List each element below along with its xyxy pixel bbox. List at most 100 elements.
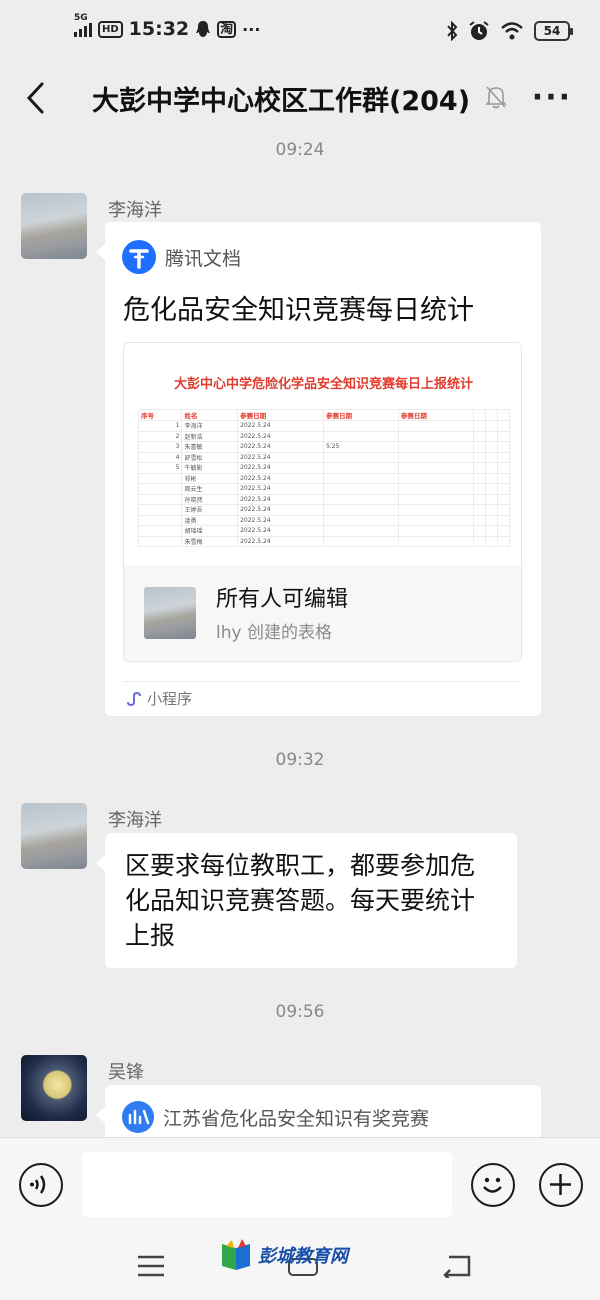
sheet-cell: 2022.5.24 (237, 472, 324, 484)
avatar[interactable] (21, 803, 87, 869)
sheet-cell (137, 472, 183, 484)
sheet-cell: 2022.5.24 (237, 535, 324, 547)
timestamp: 09:32 (275, 750, 325, 770)
sheet-cell (472, 472, 486, 484)
sheet-cell: 周云生 (181, 483, 239, 495)
sheet-row: 4 舒雪松 2022.5.24 (137, 451, 511, 463)
sheet-cell: 2022.5.24 (237, 483, 324, 495)
sheet-cell (322, 483, 399, 495)
sheet-cell (137, 535, 183, 547)
sheet-header: 姓名 (181, 409, 239, 421)
sheet-cell: 赵新浩 (181, 430, 239, 442)
sheet-cell (322, 535, 399, 547)
message-bubble[interactable]: 区要求每位教职工，都要参加危化品知识竞赛答题。每天要统计上报 (96, 833, 517, 968)
sheet-cell: 5 (137, 462, 183, 474)
mini-program-text: 小程序 (147, 690, 193, 708)
sheet-cell: 孙晓然 (181, 493, 239, 505)
voice-icon[interactable] (19, 1163, 63, 1207)
doc-permission: 所有人可编辑 (216, 587, 349, 612)
sheet-row: 2 赵新浩 2022.5.24 (137, 430, 511, 442)
smile-icon[interactable] (471, 1163, 515, 1207)
app-name: 腾讯文档 (165, 247, 242, 270)
sheet-cell (484, 535, 498, 547)
sheet-cell: 2022.5.24 (237, 441, 324, 453)
tencent-docs-icon (122, 240, 156, 274)
plus-icon[interactable] (539, 1163, 583, 1207)
menu-icon[interactable] (137, 1255, 165, 1277)
sheet-cell (496, 451, 511, 463)
sheet-cell (137, 504, 183, 516)
sheet-cell (472, 525, 486, 537)
sheet-cell: 1 (137, 420, 183, 432)
sheet-cell (397, 451, 474, 463)
system-nav-bar: 彭城教育网 (0, 1232, 600, 1300)
sheet-cell (322, 420, 399, 432)
sheet-cell (322, 504, 399, 516)
sheet-header: 参赛日期 (322, 409, 399, 421)
watermark-logo-icon (222, 1239, 250, 1270)
sheet-preview: 大彭中心中学危险化学品安全知识竞赛每日上报统计 序号 姓名 参赛日期 参赛日期 … (124, 343, 521, 565)
sheet-table: 序号 姓名 参赛日期 参赛日期 参赛日期 1 李海洋 2022.5.24 2 赵新浩 20… (137, 409, 511, 547)
battery-icon: 54 (534, 21, 573, 41)
sheet-cell: 2022.5.24 (237, 493, 324, 505)
sheet-cell (137, 525, 183, 537)
sender-name: 吴锋 (108, 1062, 144, 1083)
sheet-cell (397, 493, 474, 505)
sheet-cell: 2022.5.24 (237, 462, 324, 474)
sheet-cell: 朱雪梅 (181, 535, 239, 547)
mini-program-card[interactable]: 江苏省危化品安全知识有奖竞赛 (96, 1085, 541, 1145)
sheet-cell (484, 420, 498, 432)
chat-header: 大彭中学中心校区工作群(204) ··· (0, 62, 600, 132)
hd-icon: HD (98, 20, 123, 38)
sheet-cell (472, 504, 486, 516)
sheet-cell (322, 493, 399, 505)
sheet-cell: 3 (137, 441, 183, 453)
sheet-cell: 4 (137, 451, 183, 463)
alarm-icon (469, 21, 489, 40)
sheet-cell: 2022.5.24 (237, 430, 324, 442)
watermark: 彭城教育网 (218, 1238, 348, 1272)
avatar[interactable] (21, 193, 87, 259)
status-bar: 5G HD 15:32 淘 ··· 54 (0, 0, 600, 62)
bell-off-icon (485, 86, 507, 109)
sheet-cell (496, 514, 511, 526)
sheet-row: 凌勇 2022.5.24 (137, 514, 511, 526)
sheet-cell (484, 451, 498, 463)
sheet-cell (484, 483, 498, 495)
shared-doc-card[interactable]: 腾讯文档 危化品安全知识竞赛每日统计 大彭中心中学危险化学品安全知识竞赛每日上报… (96, 222, 541, 716)
back-nav-icon[interactable] (442, 1254, 472, 1278)
sheet-cell: 王婷吾 (181, 504, 239, 516)
sheet-cell: 2022.5.24 (237, 420, 324, 432)
message-input[interactable] (82, 1152, 452, 1217)
sheet-cell: 牛毓影 (181, 462, 239, 474)
avatar[interactable] (21, 1055, 87, 1121)
sheet-cell: 2022.5.24 (237, 514, 324, 526)
sheet-cell: 朱喜敏 (181, 441, 239, 453)
sheet-cell (484, 430, 498, 442)
sheet-row: 5 牛毓影 2022.5.24 (137, 462, 511, 474)
chevron-left-icon[interactable] (22, 80, 52, 116)
sheet-cell (472, 420, 486, 432)
doc-preview[interactable]: 大彭中心中学危险化学品安全知识竞赛每日上报统计 序号 姓名 参赛日期 参赛日期 … (123, 342, 522, 662)
sheet-cell (397, 483, 474, 495)
sheet-cell (397, 504, 474, 516)
quiz-app-icon (122, 1101, 154, 1133)
sheet-cell: 李海洋 (181, 420, 239, 432)
sheet-row: 王婷吾 2022.5.24 (137, 504, 511, 516)
sheet-cell (496, 441, 511, 453)
bluetooth-icon (447, 21, 458, 41)
sheet-row: 3 朱喜敏 2022.5.24 5.25 (137, 441, 511, 453)
sheet-row: 胡瑶瑶 2022.5.24 (137, 525, 511, 537)
more-notifications-icon: ··· (242, 19, 261, 39)
sheet-cell: 2022.5.24 (237, 504, 324, 516)
doc-creator: lhy 创建的表格 (216, 623, 332, 643)
sheet-cell (137, 493, 183, 505)
sheet-cell (397, 514, 474, 526)
sheet-cell (137, 483, 183, 495)
page-title: 大彭中学中心校区工作群(204) (92, 86, 471, 117)
sheet-cell: 凌勇 (181, 514, 239, 526)
sheet-cell (397, 472, 474, 484)
clock: 15:32 (128, 18, 190, 40)
qq-icon (196, 21, 211, 37)
more-options-button[interactable]: ··· (532, 80, 572, 115)
